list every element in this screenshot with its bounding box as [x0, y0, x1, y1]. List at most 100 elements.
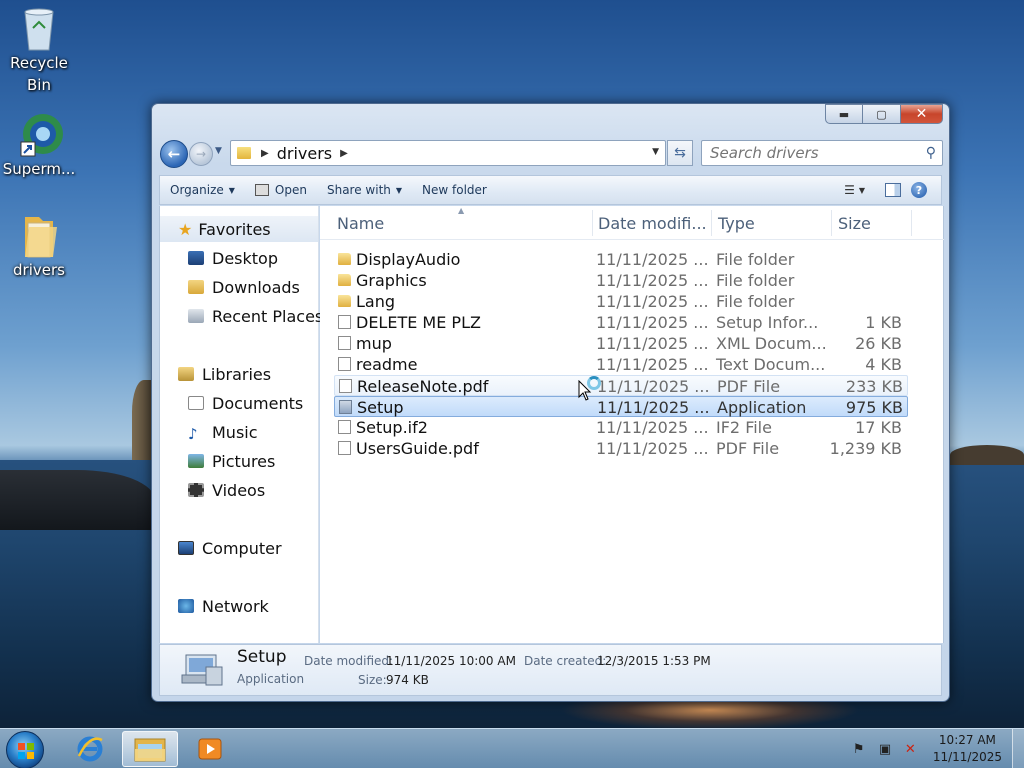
clock-date: 11/11/2025 [932, 750, 1002, 764]
file-row-lang[interactable]: Lang 11/11/2025 ... File folder [334, 291, 908, 312]
taskbar-media-player[interactable] [182, 731, 238, 767]
nav-item-documents[interactable]: Documents [188, 390, 303, 416]
taskbar-windows-explorer[interactable] [122, 731, 178, 767]
desktop-icon-supermium[interactable]: Superm... [1, 112, 77, 180]
help-icon[interactable]: ? [911, 182, 927, 198]
nav-item-videos[interactable]: Videos [188, 477, 265, 503]
taskbar: ⚑ ▣ ✕ 10:27 AM 11/11/2025 [0, 728, 1024, 768]
new-folder-button[interactable]: New folder [412, 176, 497, 204]
share-with-menu[interactable]: Share with ▼ [317, 176, 412, 204]
volume-muted-icon[interactable]: ✕ [905, 742, 919, 757]
folder-icon [237, 147, 251, 159]
file-size: 1,239 KB [829, 439, 902, 458]
file-row-graphics[interactable]: Graphics 11/11/2025 ... File folder [334, 270, 908, 291]
network-icon[interactable]: ▣ [879, 742, 893, 757]
file-row-setup[interactable]: Setup 11/11/2025 ... Application 975 KB [334, 396, 908, 417]
address-dropdown-icon[interactable]: ▼ [652, 147, 659, 157]
nav-label: Desktop [212, 248, 278, 268]
back-arrow-icon: ← [167, 145, 181, 163]
address-bar[interactable]: ▶ drivers ▶ ▼ [230, 140, 666, 166]
nav-label: Favorites [198, 219, 271, 239]
nav-item-recent-places[interactable]: Recent Places [188, 303, 323, 329]
details-date-modified: 11/11/2025 10:00 AM [386, 654, 516, 668]
details-date-created: 12/3/2015 1:53 PM [597, 654, 711, 668]
file-list[interactable]: ▲ Name Date modifi... Type Size DisplayA… [320, 206, 944, 643]
close-button[interactable]: ✕ [901, 104, 943, 124]
file-name: Lang [356, 292, 396, 311]
organize-menu[interactable]: Organize ▼ [160, 176, 245, 204]
nav-item-pictures[interactable]: Pictures [188, 448, 275, 474]
show-desktop-button[interactable] [1012, 729, 1024, 768]
details-file-name: Setup [237, 647, 287, 667]
application-icon [254, 184, 269, 196]
nav-label: Downloads [212, 277, 300, 297]
nav-label: Recent Places [212, 306, 324, 326]
preview-pane-icon[interactable] [885, 183, 901, 197]
clock[interactable]: 10:27 AM 11/11/2025 [933, 732, 1002, 766]
refresh-icon: ⇆ [674, 145, 686, 161]
details-date-modified-label: Date modified: [304, 654, 394, 668]
explorer-window[interactable]: ▬ ▢ ✕ ← → ▼ ▶ drivers ▶ ▼ ⇆ ⚲ Organize▼ … [151, 103, 950, 702]
internet-explorer-icon [77, 736, 103, 762]
search-input[interactable] [710, 144, 910, 162]
details-size: 974 KB [386, 673, 429, 687]
minimize-button[interactable]: ▬ [825, 104, 863, 124]
desktop-icon-recycle-bin[interactable]: Recycle Bin [1, 6, 77, 96]
pdf-file-icon [339, 379, 352, 393]
file-type: File folder [716, 250, 795, 269]
folder-icon [338, 253, 351, 265]
column-divider[interactable] [711, 210, 712, 236]
forward-button[interactable]: → [189, 142, 213, 166]
column-header-type[interactable]: Type [718, 214, 755, 234]
nav-item-computer[interactable]: Computer [178, 535, 282, 561]
breadcrumb-chevron-icon[interactable]: ▶ [340, 148, 348, 159]
change-view-icon[interactable]: ☰ [844, 183, 855, 197]
file-size: 17 KB [855, 418, 902, 437]
file-type: File folder [716, 292, 795, 311]
column-divider[interactable] [592, 210, 593, 236]
file-row-displayaudio[interactable]: DisplayAudio 11/11/2025 ... File folder [334, 249, 908, 270]
search-icon[interactable]: ⚲ [926, 145, 936, 161]
back-button[interactable]: ← [160, 140, 188, 168]
desktop-icon-drivers[interactable]: drivers [1, 213, 77, 281]
start-button[interactable] [6, 731, 44, 768]
recent-pages-dropdown[interactable]: ▼ [215, 146, 222, 156]
recent-places-icon [188, 309, 204, 323]
file-row-mup[interactable]: mup 11/11/2025 ... XML Docum... 26 KB [334, 333, 908, 354]
column-header-name[interactable]: Name [337, 214, 384, 234]
details-size-label: Size: [358, 673, 387, 687]
desktop-icon [188, 251, 204, 265]
file-row-delete-me-plz[interactable]: DELETE ME PLZ 11/11/2025 ... Setup Infor… [334, 312, 908, 333]
column-header-size[interactable]: Size [838, 214, 871, 234]
taskbar-internet-explorer[interactable] [62, 731, 118, 767]
organize-label: Organize [170, 183, 224, 197]
settings-file-icon [338, 315, 351, 329]
column-header-date-modified[interactable]: Date modifi... [598, 214, 707, 234]
details-pane: Setup Application Date modified: 11/11/2… [159, 644, 942, 696]
breadcrumb-drivers[interactable]: drivers [277, 144, 332, 163]
mouse-pointer-icon [578, 380, 592, 401]
view-options-dropdown[interactable]: ▼ [859, 186, 865, 195]
file-row-readme[interactable]: readme 11/11/2025 ... Text Docum... 4 KB [334, 354, 908, 375]
column-divider[interactable] [911, 210, 912, 236]
open-button[interactable]: Open [245, 176, 317, 204]
nav-item-libraries[interactable]: Libraries [178, 361, 271, 387]
nav-item-network[interactable]: Network [178, 593, 269, 619]
nav-item-desktop[interactable]: Desktop [188, 245, 278, 271]
action-center-flag-icon[interactable]: ⚑ [853, 742, 867, 757]
search-box[interactable]: ⚲ [701, 140, 943, 166]
file-row-usersguide-pdf[interactable]: UsersGuide.pdf 11/11/2025 ... PDF File 1… [334, 438, 908, 459]
nav-item-favorites[interactable]: ★ Favorites [160, 216, 318, 242]
nav-item-downloads[interactable]: Downloads [188, 274, 300, 300]
file-row-setup-if2[interactable]: Setup.if2 11/11/2025 ... IF2 File 17 KB [334, 417, 908, 438]
column-divider[interactable] [831, 210, 832, 236]
nav-item-music[interactable]: ♪ Music [188, 419, 258, 445]
column-headers: ▲ Name Date modifi... Type Size [320, 206, 944, 240]
desktop-icon-label: Superm... [2, 160, 76, 178]
file-size: 975 KB [845, 398, 903, 417]
breadcrumb-chevron-icon[interactable]: ▶ [261, 148, 269, 159]
refresh-button[interactable]: ⇆ [667, 140, 693, 166]
file-name: DisplayAudio [356, 250, 461, 269]
file-row-releasenote-pdf[interactable]: ReleaseNote.pdf 11/11/2025 ... PDF File … [334, 375, 908, 396]
maximize-button[interactable]: ▢ [863, 104, 901, 124]
